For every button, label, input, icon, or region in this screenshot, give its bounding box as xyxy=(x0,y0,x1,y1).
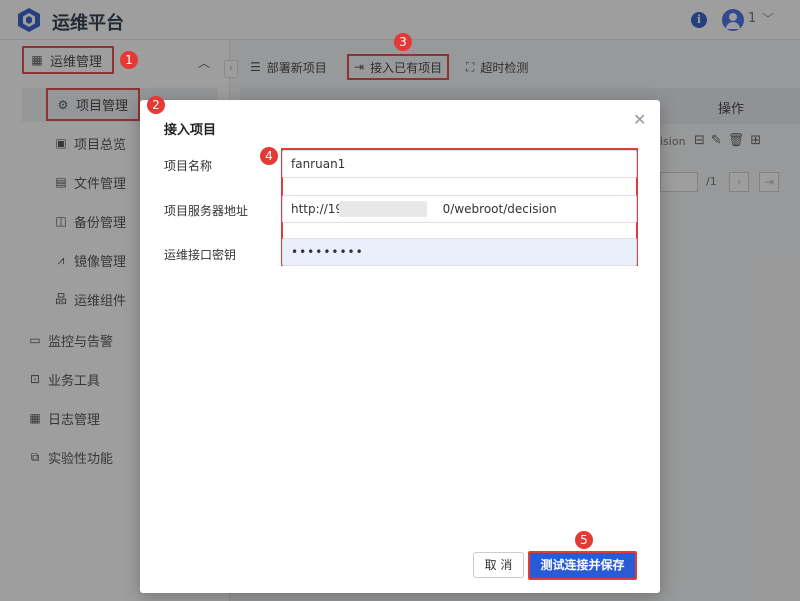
step-badge-2: 2 xyxy=(147,96,165,114)
server-address-field[interactable]: http://192 0/webroot/decision xyxy=(282,195,637,223)
project-name-field[interactable]: fanruan1 xyxy=(282,150,637,178)
test-and-save-button[interactable]: 测试连接并保存 xyxy=(528,551,637,580)
server-address-label: 项目服务器地址 xyxy=(164,204,249,218)
dialog-title: 接入项目 xyxy=(164,123,217,138)
cancel-button[interactable]: 取 消 xyxy=(473,552,524,578)
step-badge-3: 3 xyxy=(394,33,412,51)
close-icon[interactable]: ✕ xyxy=(633,110,646,129)
connect-project-dialog: 接入项目 ✕ 项目名称 项目服务器地址 运维接口密钥 fanruan1 http… xyxy=(140,100,660,593)
project-name-label: 项目名称 xyxy=(164,159,213,173)
secret-key-field[interactable]: ••••••••• xyxy=(282,238,637,266)
step-badge-5: 5 xyxy=(575,531,593,549)
step-badge-4: 4 xyxy=(260,147,278,165)
step-badge-1: 1 xyxy=(120,51,138,69)
field-value: ••••••••• xyxy=(291,245,364,259)
field-value-suffix: 0/webroot/decision xyxy=(442,202,557,216)
redacted-area xyxy=(339,201,427,217)
field-value: fanruan1 xyxy=(291,157,346,171)
secret-key-label: 运维接口密钥 xyxy=(164,248,237,262)
